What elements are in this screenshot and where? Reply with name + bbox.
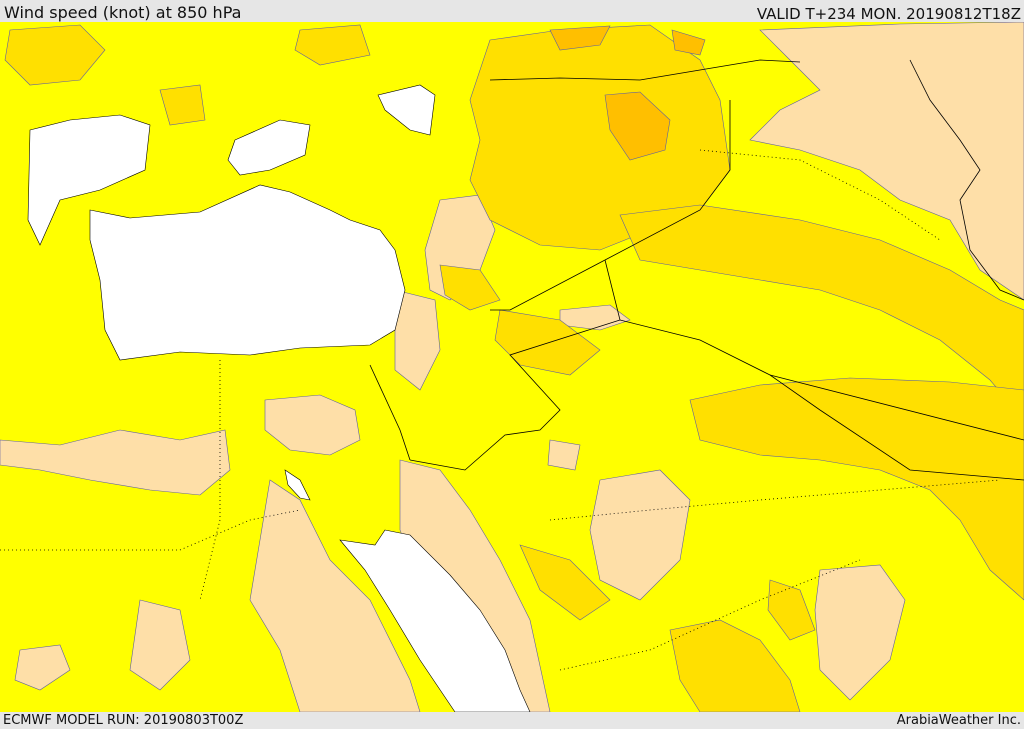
footer-bar: ECMWF MODEL RUN: 20190803T00Z ArabiaWeat… <box>0 712 1024 729</box>
header-bar: Wind speed (knot) at 850 hPa VALID T+234… <box>0 0 1024 23</box>
wind-speed-map <box>0 22 1024 712</box>
brand-credit: ArabiaWeather Inc. <box>896 713 1021 728</box>
map-title: Wind speed (knot) at 850 hPa <box>4 3 242 22</box>
model-run: ECMWF MODEL RUN: 20190803T00Z <box>3 713 244 728</box>
valid-time: VALID T+234 MON. 20190812T18Z <box>756 5 1021 23</box>
